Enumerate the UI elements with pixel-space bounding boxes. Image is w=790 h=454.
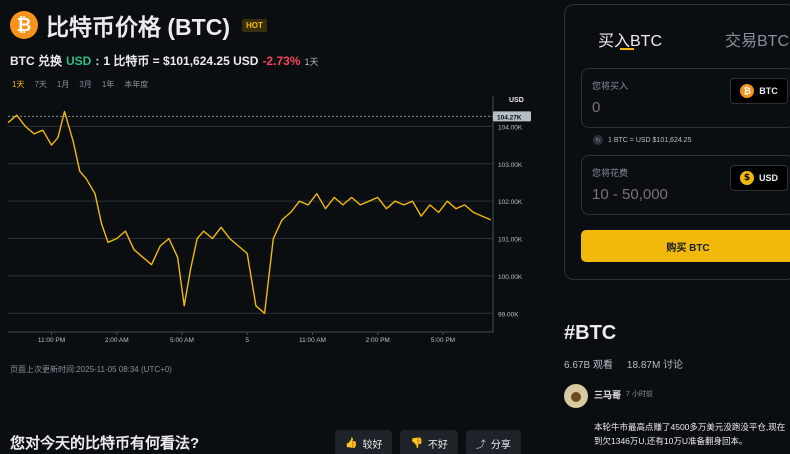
buy-amount-label: 您将买入 <box>592 81 629 91</box>
range-tab-1m[interactable]: 1月 <box>57 79 69 90</box>
spend-amount-input[interactable] <box>592 186 722 203</box>
x-tick-label: 11:00 PM <box>38 337 65 344</box>
buy-currency-select[interactable]: ₿ BTC <box>730 78 788 104</box>
rate-equation: 1 比特币 = $101,624.25 USD <box>103 54 259 68</box>
current-price-label: 104.27K <box>497 114 522 121</box>
share-icon: ⤴ <box>475 439 486 451</box>
tab-trade-btc[interactable]: 交易BTC <box>725 27 789 51</box>
x-tick-label: 5:00 PM <box>431 337 455 344</box>
price-series-line <box>7 110 492 315</box>
bitcoin-icon: ₿ <box>10 11 38 39</box>
buy-amount-field: 您将买入 ₿ BTC <box>581 68 790 128</box>
y-axis-label: USD <box>509 97 524 104</box>
x-tick-label: 5:00 AM <box>170 337 194 344</box>
hot-badge: HOT <box>241 18 267 32</box>
spend-amount-label: 您将花费 <box>592 168 629 178</box>
range-tabs: 1天 7天 1月 3月 1年 本年度 <box>12 79 148 90</box>
vote-good-button[interactable]: 👍 较好 <box>335 430 393 454</box>
vote-bad-label: 不好 <box>427 439 448 451</box>
vote-good-label: 较好 <box>362 439 383 451</box>
y-tick-label: 101.00K <box>498 237 523 244</box>
price-chart[interactable]: USD 99.00K 100.00K 101.00K 102.00K 103.00K 104… <box>0 92 535 352</box>
post-text: 本轮牛市最高点赚了4500多万美元没跑没平仓,现在到欠1346万U,还有10万U… <box>594 422 786 446</box>
bitcoin-icon: ₿ <box>740 84 755 98</box>
y-tick-label: 102.00K <box>498 199 523 206</box>
active-tab-indicator <box>620 48 634 50</box>
page: ₿ 比特币价格 (BTC) HOT BTC 兑换 USD : 1 比特币 = $… <box>0 0 790 454</box>
x-tick-label: 2:00 PM <box>366 337 390 344</box>
y-tick-label: 104.00K <box>498 124 523 131</box>
spend-currency-select[interactable]: $ USD <box>730 165 788 191</box>
range-tab-1y[interactable]: 1年 <box>102 79 114 90</box>
buy-currency-label: BTC <box>759 86 778 96</box>
discussions-count: 18.87M 讨论 <box>626 360 684 371</box>
title-row: ₿ 比特币价格 (BTC) HOT <box>10 8 267 42</box>
hashtag-title[interactable]: #BTC <box>564 322 616 345</box>
x-tick-label: 5 <box>245 337 249 344</box>
spend-amount-field: 您将花费 $ USD <box>581 155 790 215</box>
range-tab-7d[interactable]: 7天 <box>34 79 46 90</box>
page-title: 比特币价格 (BTC) <box>46 14 230 40</box>
views-count: 6.67B 观看 <box>564 360 613 371</box>
y-tick-label: 103.00K <box>498 162 523 169</box>
vote-buttons: 👍 较好 👎 不好 ⤴ 分享 <box>335 430 521 454</box>
pair-prefix: BTC 兑换 <box>10 54 62 68</box>
y-tick-label: 99.00K <box>498 311 519 318</box>
last-updated: 页面上次更新时间:2025-11-05 08:34 (UTC+0) <box>10 365 172 374</box>
dollar-icon: $ <box>739 171 754 185</box>
price-change: -2.73% <box>262 54 301 68</box>
exchange-rate-text: 1 BTC = USD $101,624.25 <box>608 136 692 144</box>
avatar[interactable] <box>564 384 588 408</box>
change-period: 1天 <box>304 57 319 67</box>
thumbs-up-icon: 👍 <box>345 437 358 449</box>
trade-panel: 买入BTC 交易BTC 您将买入 ₿ BTC ↻ 1 BTC = USD $10… <box>564 4 790 280</box>
spend-currency-label: USD <box>758 173 778 183</box>
post-author[interactable]: 三马哥 <box>594 388 621 401</box>
range-tab-3m[interactable]: 3月 <box>79 79 91 90</box>
x-tick-label: 11:00 AM <box>299 337 326 344</box>
hashtag-stats: 6.67B 观看 18.87M 讨论 <box>564 356 683 371</box>
y-tick-label: 100.00K <box>498 274 523 281</box>
vote-bad-button[interactable]: 👎 不好 <box>400 430 458 454</box>
buy-btc-button[interactable]: 购买 BTC <box>581 230 790 262</box>
share-label: 分享 <box>490 439 511 451</box>
rate-colon: : <box>95 54 100 68</box>
post-time: 7 小时前 <box>626 391 653 398</box>
refresh-icon: ↻ <box>593 135 603 145</box>
buy-amount-input[interactable] <box>592 99 712 116</box>
share-button[interactable]: ⤴ 分享 <box>465 430 521 454</box>
rate-row: BTC 兑换 USD : 1 比特币 = $101,624.25 USD -2.… <box>10 52 318 69</box>
thumbs-down-icon: 👎 <box>410 437 423 449</box>
x-tick-label: 2:00 AM <box>105 337 129 344</box>
sentiment-question: 您对今天的比特币有何看法? <box>10 435 200 452</box>
exchange-rate-note: ↻ 1 BTC = USD $101,624.25 <box>593 135 691 145</box>
quote-currency[interactable]: USD <box>66 54 91 68</box>
range-tab-1d[interactable]: 1天 <box>12 79 24 90</box>
range-tab-ytd[interactable]: 本年度 <box>124 79 148 90</box>
